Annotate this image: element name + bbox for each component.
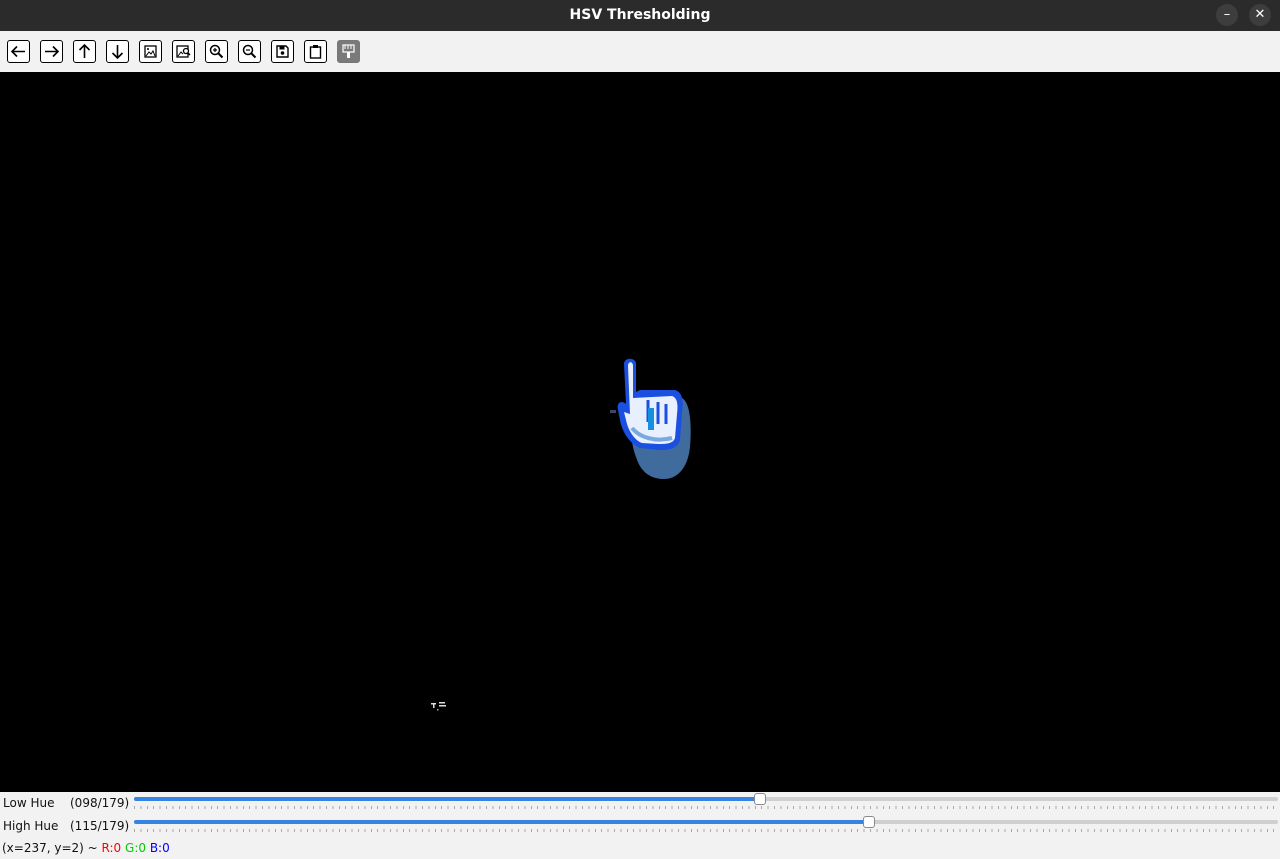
low-hue-slider-fill (134, 797, 761, 801)
arrow-down-icon (111, 45, 124, 60)
high-hue-slider-fill (134, 820, 869, 824)
image-search-icon (176, 45, 191, 58)
thresholded-hand-cursor-image (610, 358, 691, 480)
pan-left-button[interactable] (7, 40, 30, 63)
arrow-left-icon (10, 45, 25, 58)
title-bar: HSV Thresholding – ✕ (0, 0, 1280, 31)
zoom-in-icon (209, 44, 224, 59)
zoom-out-button[interactable] (238, 40, 261, 63)
copy-clipboard-button[interactable] (304, 40, 327, 63)
high-hue-ticks (134, 829, 1278, 832)
zoom-original-button[interactable] (139, 40, 162, 63)
arrow-up-icon (78, 43, 91, 58)
pan-up-button[interactable] (73, 40, 96, 63)
red-value: R:0 (101, 841, 122, 855)
properties-icon (342, 44, 355, 58)
image-icon (144, 45, 157, 58)
zoom-in-button[interactable] (205, 40, 228, 63)
cursor-coords: (x=237, y=2) ~ (2, 841, 102, 855)
low-hue-value: (098/179) (70, 796, 130, 810)
low-hue-slider[interactable] (134, 793, 1278, 805)
zoom-out-icon (242, 44, 257, 59)
clipboard-icon (309, 45, 322, 59)
minimize-button[interactable]: – (1216, 4, 1238, 26)
green-value: G:0 (125, 841, 146, 855)
arrow-right-icon (45, 45, 60, 58)
high-hue-trackbar: High Hue (115/179) (0, 815, 1280, 838)
window-title: HSV Thresholding (569, 7, 711, 23)
status-bar: (x=237, y=2) ~ R:0 G:0 B:0 (0, 838, 1280, 859)
zoom-fit-button[interactable] (172, 40, 195, 63)
high-hue-slider[interactable] (134, 816, 1278, 828)
close-button[interactable]: ✕ (1249, 4, 1271, 26)
image-canvas[interactable] (0, 72, 1280, 792)
high-hue-slider-handle[interactable] (862, 816, 875, 828)
low-hue-ticks (134, 806, 1278, 809)
high-hue-label: High Hue (3, 819, 59, 833)
noise-speck (431, 702, 446, 711)
high-hue-value: (115/179) (70, 819, 130, 833)
save-button[interactable] (271, 40, 294, 63)
pan-right-button[interactable] (40, 40, 63, 63)
save-icon (276, 45, 289, 58)
low-hue-trackbar: Low Hue (098/179) (0, 792, 1280, 815)
properties-button[interactable] (337, 40, 360, 63)
low-hue-label: Low Hue (3, 796, 55, 810)
toolbar (0, 31, 1280, 73)
blue-value: B:0 (149, 841, 170, 855)
low-hue-slider-handle[interactable] (754, 793, 767, 805)
pan-down-button[interactable] (106, 40, 129, 63)
